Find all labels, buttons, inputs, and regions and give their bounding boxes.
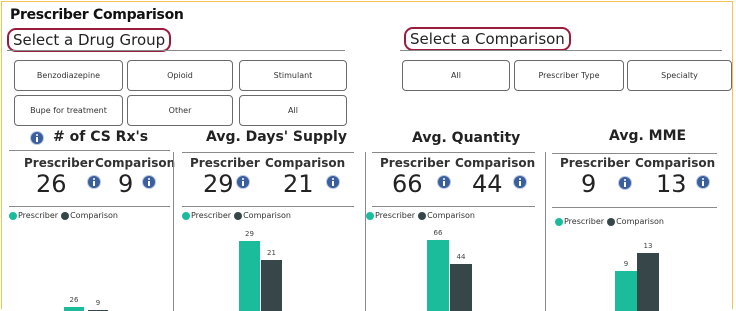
- info-icon[interactable]: [697, 176, 709, 188]
- legend-comparison-label: Comparison: [616, 217, 664, 226]
- metric-divider: [9, 150, 170, 151]
- comparison-value: 21: [283, 170, 314, 198]
- chart-legend: Prescriber Comparison: [555, 217, 664, 226]
- prescriber-value: 9: [581, 170, 597, 198]
- comparison-bar: [450, 263, 472, 311]
- drug-group-button-bupe-for-treatment[interactable]: Bupe for treatment: [14, 95, 123, 126]
- info-icon[interactable]: [514, 176, 526, 188]
- prescriber-bar: [64, 307, 84, 311]
- info-icon[interactable]: [619, 177, 631, 189]
- legend-prescriber-label: Prescriber: [18, 211, 59, 220]
- prescriber-bar: [615, 270, 637, 311]
- chart-legend: Prescriber Comparison: [182, 211, 291, 220]
- prescriber-value: 26: [36, 170, 67, 198]
- comparison-label: Comparison: [455, 156, 536, 170]
- metric-title-cs-rx: # of CS Rx's: [53, 129, 149, 145]
- comparison-bar-label: 13: [643, 241, 653, 250]
- legend-comparison-label: Comparison: [427, 211, 475, 220]
- legend-comparison-label: Comparison: [70, 211, 118, 220]
- comparison-value: 44: [472, 170, 503, 198]
- legend-comparison-label: Comparison: [243, 211, 291, 220]
- comparison-button-prescriber-type[interactable]: Prescriber Type: [514, 60, 624, 91]
- legend-prescriber-label: Prescriber: [564, 217, 605, 226]
- metric-title-quantity: Avg. Quantity: [412, 130, 521, 146]
- chart-legend: Prescriber Comparison: [9, 211, 118, 220]
- info-icon[interactable]: [143, 176, 155, 188]
- legend-comparison-swatch: [61, 211, 70, 220]
- legend-comparison-swatch: [607, 217, 616, 226]
- prescriber-bar-label: 26: [69, 296, 79, 305]
- prescriber-label: Prescriber: [190, 156, 260, 170]
- info-icon[interactable]: [237, 176, 249, 188]
- comparison-label: Comparison: [95, 156, 176, 170]
- legend-prescriber-swatch: [555, 217, 563, 226]
- prescriber-bar-label: 66: [433, 229, 443, 238]
- prescriber-bar-label: 29: [245, 229, 254, 238]
- prescriber-bar: [239, 240, 260, 311]
- comparison-bar: [637, 252, 659, 311]
- comparison-bar-label: 44: [456, 252, 466, 261]
- drug-group-button-all[interactable]: All: [239, 95, 347, 126]
- drug-group-divider: [7, 50, 345, 51]
- panel-divider: [173, 152, 174, 311]
- metric-divider: [372, 152, 535, 153]
- metric-divider: [182, 152, 354, 153]
- page-title: Prescriber Comparison: [10, 7, 184, 23]
- comparison-label: Comparison: [265, 156, 346, 170]
- comparison-button-specialty[interactable]: Specialty: [627, 60, 732, 91]
- panel-divider: [545, 152, 546, 311]
- panel-divider: [365, 152, 366, 311]
- prescriber-label: Prescriber: [24, 156, 94, 170]
- legend-comparison-swatch: [418, 211, 427, 220]
- metric-divider: [552, 207, 717, 208]
- prescriber-bar: [427, 240, 449, 311]
- metric-title-mme: Avg. MME: [609, 128, 687, 144]
- drug-group-button-benzodiazepine[interactable]: Benzodiazepine: [14, 60, 123, 91]
- info-icon[interactable]: [327, 176, 339, 188]
- comparison-value: 9: [118, 170, 134, 198]
- drug-group-heading: Select a Drug Group: [7, 28, 172, 52]
- legend-prescriber-swatch: [9, 211, 17, 220]
- comparison-bar: [261, 260, 282, 311]
- prescriber-value: 29: [203, 170, 234, 198]
- prescriber-label: Prescriber: [380, 156, 450, 170]
- legend-prescriber-swatch: [366, 211, 374, 220]
- metric-divider: [9, 206, 170, 207]
- metric-divider: [372, 206, 535, 207]
- legend-prescriber-label: Prescriber: [375, 211, 416, 220]
- metric-divider: [552, 153, 717, 154]
- comparison-divider: [400, 50, 722, 51]
- comparison-value: 13: [656, 170, 687, 198]
- drug-group-button-stimulant[interactable]: Stimulant: [239, 60, 347, 91]
- legend-comparison-swatch: [234, 211, 243, 220]
- chart-legend: Prescriber Comparison: [366, 211, 475, 220]
- legend-prescriber-label: Prescriber: [191, 211, 232, 220]
- prescriber-label: Prescriber: [560, 156, 630, 170]
- comparison-bar-label: 9: [95, 298, 101, 307]
- comparison-button-all[interactable]: All: [402, 60, 510, 91]
- comparison-label: Comparison: [635, 156, 716, 170]
- info-icon[interactable]: [31, 132, 43, 144]
- prescriber-value: 66: [392, 170, 423, 198]
- drug-group-button-opioid[interactable]: Opioid: [127, 60, 233, 91]
- info-icon[interactable]: [88, 176, 100, 188]
- info-icon[interactable]: [438, 176, 450, 188]
- comparison-bar-label: 21: [267, 249, 276, 258]
- legend-prescriber-swatch: [182, 211, 190, 220]
- drug-group-button-other[interactable]: Other: [127, 95, 233, 126]
- comparison-heading: Select a Comparison: [404, 27, 571, 51]
- metric-divider: [182, 206, 354, 207]
- prescriber-bar-label: 9: [623, 259, 629, 268]
- metric-title-days-supply: Avg. Days' Supply: [206, 129, 347, 145]
